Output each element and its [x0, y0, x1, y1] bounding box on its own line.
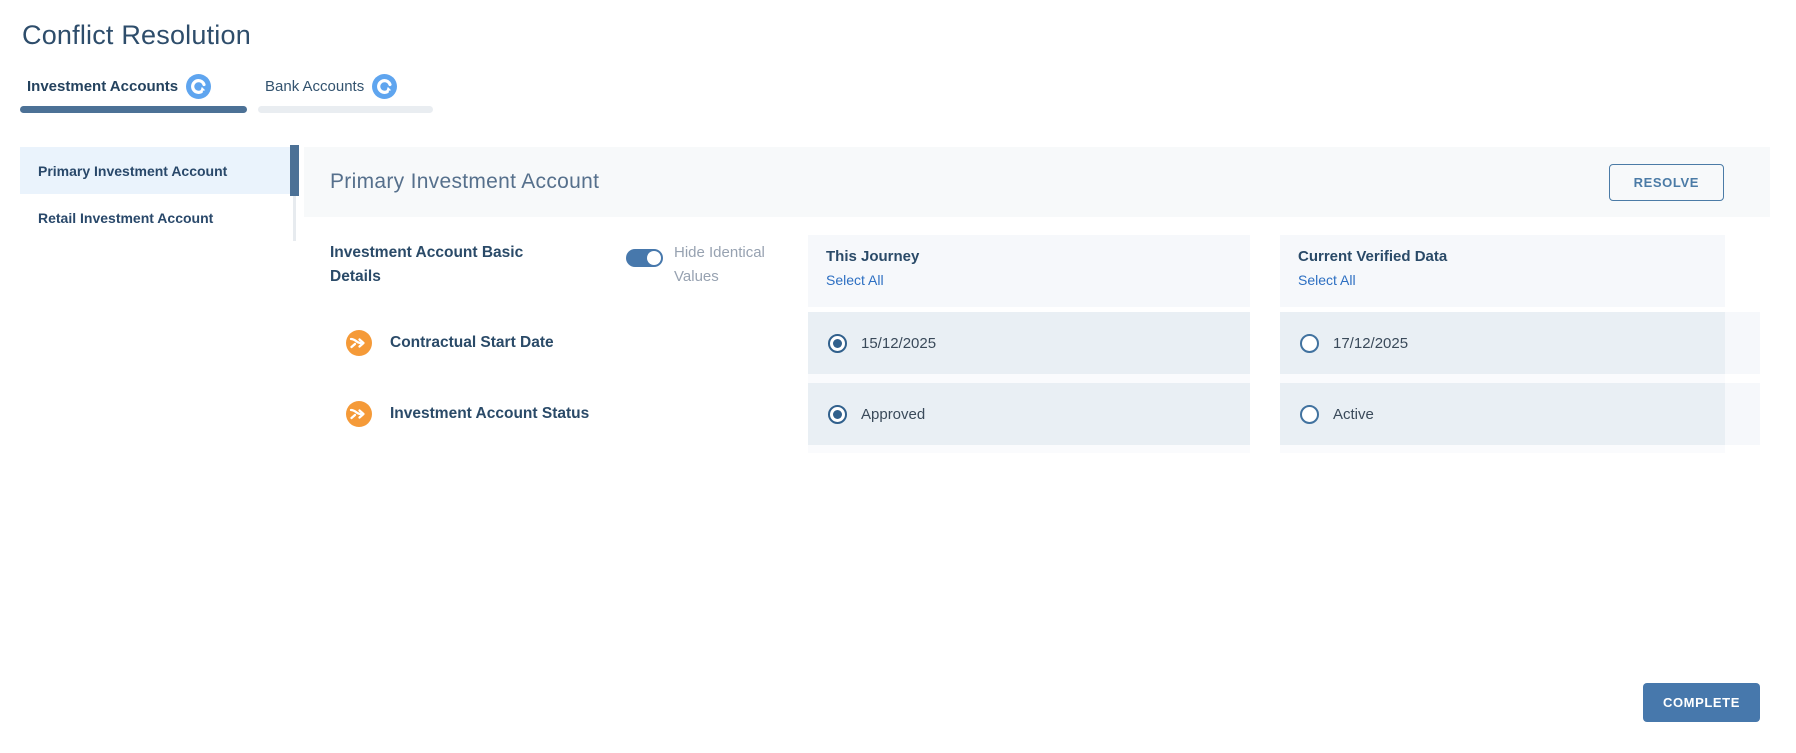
sidebar-item-label: Retail Investment Account [38, 209, 214, 226]
field-label-cell: Contractual Start Date [330, 312, 808, 374]
sidebar-item-label: Primary Investment Account [38, 162, 228, 179]
verified-value-cell: 17/12/2025 [1280, 312, 1725, 374]
radio-button[interactable] [1300, 333, 1319, 353]
table-header-row: Investment Account Basic Details Hide Id… [330, 235, 1770, 307]
tab-bar: Investment Accounts Bank Accounts [20, 73, 433, 113]
journey-select-all-link[interactable]: Select All [826, 272, 884, 288]
journey-value-cell: 15/12/2025 [808, 312, 1250, 374]
sidebar-item-primary-investment-account[interactable]: Primary Investment Account [20, 145, 299, 196]
table-row: Contractual Start Date 15/12/2025 17/12/… [330, 312, 1770, 374]
journey-option[interactable]: Approved [828, 404, 926, 424]
complete-button[interactable]: COMPLETE [1642, 683, 1760, 722]
verified-option[interactable]: 17/12/2025 [1300, 333, 1409, 353]
verified-option[interactable]: Active [1300, 404, 1374, 424]
verified-select-all-link[interactable]: Select All [1298, 272, 1356, 288]
panel-title: Primary Investment Account [330, 170, 600, 193]
option-value: 17/12/2025 [1333, 334, 1409, 352]
sidebar-item-retail-investment-account[interactable]: Retail Investment Account [20, 194, 293, 241]
verified-column-header: Current Verified Data Select All [1280, 235, 1725, 307]
journey-column-title: This Journey [826, 248, 920, 265]
account-sidebar: Primary Investment Account Retail Invest… [20, 145, 299, 241]
journey-column-header: This Journey Select All [808, 235, 1250, 307]
field-label: Contractual Start Date [390, 334, 554, 351]
page-title: Conflict Resolution [22, 20, 251, 50]
merge-icon [346, 330, 372, 356]
radio-button[interactable] [828, 404, 847, 424]
journey-option[interactable]: 15/12/2025 [828, 333, 937, 353]
hide-identical-values-toggle[interactable] [626, 249, 663, 267]
section-title: Investment Account Basic Details [330, 244, 524, 285]
panel-header: Primary Investment Account RESOLVE [304, 147, 1770, 217]
verified-value-cell: Active [1280, 383, 1725, 445]
tab-label: Bank Accounts [265, 78, 365, 95]
radio-button[interactable] [1300, 404, 1319, 424]
verified-column-title: Current Verified Data [1298, 248, 1448, 265]
option-value: Approved [861, 405, 926, 423]
field-label: Investment Account Status [390, 405, 590, 422]
option-value: 15/12/2025 [861, 334, 937, 352]
resolve-button[interactable]: RESOLVE [1608, 163, 1724, 201]
journey-value-cell: Approved [808, 383, 1250, 445]
tab-investment-accounts[interactable]: Investment Accounts [20, 73, 247, 113]
sync-icon [372, 74, 398, 99]
toggle-knob [647, 251, 661, 265]
tab-inactive-indicator [258, 106, 433, 113]
tab-label: Investment Accounts [27, 78, 179, 95]
toggle-label: Hide Identical Values [674, 244, 765, 285]
section-header-cell: Investment Account Basic Details Hide Id… [330, 235, 808, 307]
tab-active-indicator [20, 106, 247, 113]
option-value: Active [1333, 405, 1374, 423]
merge-icon [346, 401, 372, 427]
sync-icon [186, 74, 212, 99]
conflict-panel: Primary Investment Account RESOLVE Inves… [304, 147, 1770, 453]
tab-bank-accounts[interactable]: Bank Accounts [258, 73, 433, 113]
radio-button[interactable] [828, 333, 847, 353]
table-row: Investment Account Status Approved Activ… [330, 383, 1770, 445]
field-label-cell: Investment Account Status [330, 383, 808, 445]
conflict-table: Investment Account Basic Details Hide Id… [304, 235, 1770, 453]
